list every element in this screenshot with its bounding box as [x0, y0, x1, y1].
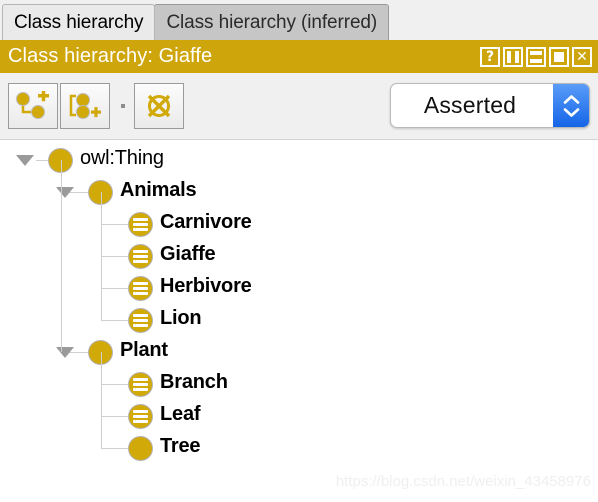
tree-node-label[interactable]: Giaffe [160, 243, 216, 266]
help-glyph: ? [485, 48, 495, 65]
delete-class-button[interactable] [134, 83, 184, 129]
tree-node-label[interactable]: Branch [160, 371, 228, 394]
tree-node-label[interactable]: Plant [120, 339, 168, 362]
tree-connector-vertical [100, 192, 102, 320]
reasoner-select-stepper[interactable] [553, 84, 589, 127]
close-icon[interactable]: ✕ [572, 46, 592, 67]
add-sibling-class-button[interactable] [60, 83, 110, 129]
tree-connector-horizontal [76, 352, 88, 353]
toolbar-separator [121, 104, 125, 108]
tree-connector-horizontal [76, 192, 88, 193]
class-lined-circle-icon [128, 275, 153, 301]
close-glyph: ✕ [576, 48, 588, 65]
reasoner-select[interactable]: Asserted [390, 83, 590, 128]
tree-connector-vertical [100, 352, 102, 448]
tree-node-label[interactable]: Animals [120, 179, 197, 202]
add-subclass-button[interactable] [8, 83, 58, 129]
tab-class-hierarchy-inferred[interactable]: Class hierarchy (inferred) [154, 4, 390, 40]
tree-connector-horizontal [100, 224, 128, 225]
tree-connector-horizontal [100, 320, 128, 321]
reasoner-select-wrapper: Asserted [390, 83, 590, 128]
tree-connector-horizontal [100, 256, 128, 257]
tree-connector-horizontal [100, 416, 128, 417]
tree-connector-horizontal [100, 448, 128, 449]
reasoner-select-value: Asserted [423, 92, 517, 118]
maximize-icon[interactable] [549, 46, 569, 67]
tree-node-label[interactable]: owl:Thing [80, 147, 164, 170]
help-icon[interactable]: ? [480, 46, 500, 67]
chevron-up-icon [563, 94, 579, 104]
split-horizontal-icon[interactable] [526, 46, 546, 67]
panel-header-buttons: ? ✕ [480, 46, 592, 67]
tree-node-label[interactable]: Herbivore [160, 275, 252, 298]
tree-node-label[interactable]: Leaf [160, 403, 201, 426]
tree-connector-horizontal [100, 288, 128, 289]
tree-expand-triangle-icon[interactable] [56, 347, 74, 358]
class-lined-circle-icon [128, 403, 153, 429]
panel-header: Class hierarchy: Giaffe ? ✕ [0, 40, 598, 73]
tree-expand-triangle-icon[interactable] [56, 187, 74, 198]
add-sibling-class-icon [69, 93, 101, 119]
tree-connector-vertical [60, 160, 62, 352]
class-circle-icon [128, 435, 153, 461]
delete-class-icon [147, 94, 171, 118]
class-lined-circle-icon [128, 371, 153, 397]
tab-strip: Class hierarchy Class hierarchy (inferre… [0, 0, 598, 40]
tree-node-label[interactable]: Tree [160, 435, 201, 458]
tree-node-label[interactable]: Lion [160, 307, 202, 330]
add-subclass-icon [16, 91, 49, 119]
class-hierarchy-tree[interactable]: owl:Thing Animals Carnivore Giaffe Herbivore… [0, 140, 598, 502]
tree-connector-horizontal [100, 384, 128, 385]
tree-connector-horizontal [36, 160, 48, 161]
class-lined-circle-icon [128, 243, 153, 269]
toolbar: Asserted [0, 73, 598, 140]
panel-title: Class hierarchy: Giaffe [8, 45, 213, 67]
class-lined-circle-icon [128, 307, 153, 333]
chevron-down-icon [563, 107, 579, 117]
tab-class-hierarchy[interactable]: Class hierarchy [2, 4, 156, 40]
tree-node-label[interactable]: Carnivore [160, 211, 252, 234]
tree-expand-triangle-icon[interactable] [16, 155, 34, 166]
class-lined-circle-icon [128, 211, 153, 237]
watermark: https://blog.csdn.net/weixin_43458976 [335, 473, 591, 490]
split-vertical-icon[interactable] [503, 46, 523, 67]
